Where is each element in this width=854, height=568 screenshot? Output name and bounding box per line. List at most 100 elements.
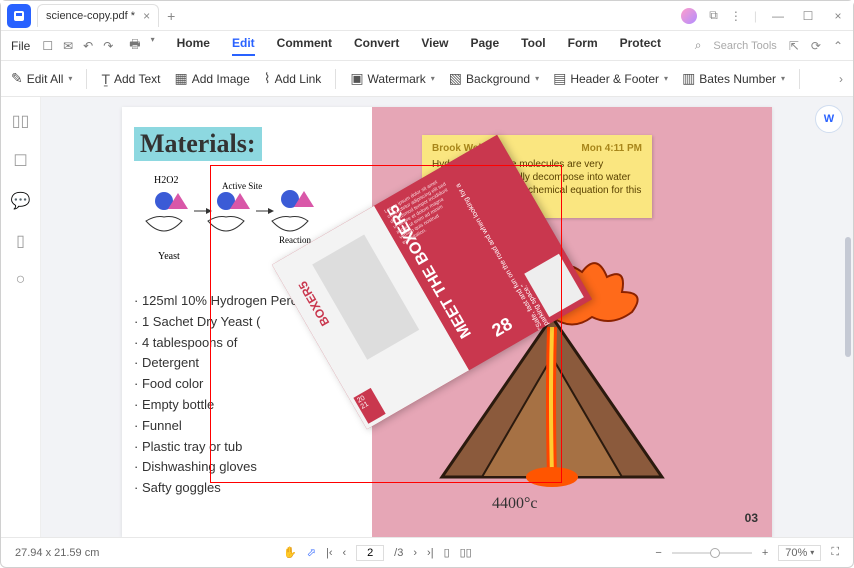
add-text-tool[interactable]: Ṯ Add Text	[101, 71, 160, 87]
cloud-icon[interactable]: ⟳	[811, 39, 821, 53]
search-icon[interactable]: ⌕	[695, 38, 702, 53]
document-page: Materials: H2O2 Active Site Reaction	[122, 107, 772, 537]
page-number: 03	[745, 511, 758, 525]
total-pages: /3	[394, 547, 403, 559]
search-side-icon[interactable]: ○	[16, 271, 26, 289]
tab-edit[interactable]: Edit	[232, 36, 255, 56]
add-image-tool[interactable]: ▦ Add Image	[174, 70, 249, 87]
background-icon: ▧	[449, 70, 462, 87]
bookmark-icon[interactable]: ☐	[13, 151, 27, 171]
chevron-down-icon: ▾	[781, 74, 785, 83]
attachment-icon[interactable]: ▯	[16, 231, 25, 251]
ai-icon[interactable]	[681, 8, 697, 24]
save-icon[interactable]: ☐	[42, 39, 53, 53]
tab-title: science-copy.pdf *	[46, 10, 135, 22]
two-page-icon[interactable]: ▯▯	[460, 546, 472, 559]
hand-tool-icon[interactable]: ✋	[283, 546, 297, 559]
list-item: Empty bottle	[134, 395, 360, 416]
sticky-time: Mon 4:11 PM	[581, 143, 642, 154]
titlebar: science-copy.pdf * × + ⧉ ⋮ | — ☐ ×	[1, 1, 853, 31]
single-page-icon[interactable]: ▯	[444, 546, 450, 559]
app-icon	[7, 4, 31, 28]
edit-all-tool[interactable]: ✎ Edit All ▾	[11, 70, 72, 87]
tab-home[interactable]: Home	[177, 36, 210, 56]
current-page-input[interactable]	[356, 545, 384, 561]
close-tab-icon[interactable]: ×	[143, 9, 150, 23]
text-icon: Ṯ	[101, 71, 110, 87]
tab-page[interactable]: Page	[470, 36, 499, 56]
temperature-label: 4400°c	[492, 495, 538, 513]
zoom-out-icon[interactable]: −	[655, 547, 661, 559]
more-icon[interactable]: ⋮	[730, 9, 742, 23]
svg-text:H2O2: H2O2	[154, 175, 178, 186]
watermark-tool[interactable]: ▣ Watermark ▾	[350, 70, 434, 87]
page-dimensions: 27.94 x 21.59 cm	[15, 547, 99, 559]
materials-heading: Materials:	[134, 127, 262, 161]
menu-tabs: Home Edit Comment Convert View Page Tool…	[177, 36, 661, 56]
select-tool-icon[interactable]: ⬀	[307, 546, 316, 559]
chevron-down-icon: ▾	[535, 74, 539, 83]
list-item: Safty goggles	[134, 478, 360, 499]
tab-convert[interactable]: Convert	[354, 36, 399, 56]
last-page-icon[interactable]: ›|	[427, 547, 434, 559]
undo-icon[interactable]: ↶	[83, 39, 93, 53]
pencil-icon: ✎	[11, 70, 23, 87]
list-item: Dishwashing gloves	[134, 457, 360, 478]
file-menu[interactable]: File	[11, 39, 30, 53]
close-window-icon[interactable]: ×	[829, 7, 847, 25]
print-icon[interactable]: 🖶	[129, 35, 140, 56]
header-footer-icon: ▤	[553, 70, 566, 87]
bates-icon: ▥	[682, 70, 695, 87]
vertical-scrollbar[interactable]	[845, 237, 851, 357]
new-tab-button[interactable]: +	[167, 8, 175, 24]
chevron-down-icon: ▾	[664, 74, 668, 83]
chevron-down-icon: ▾	[68, 74, 72, 83]
title-right-controls: ⧉ ⋮ | — ☐ ×	[681, 7, 847, 25]
svg-text:Yeast: Yeast	[158, 251, 180, 262]
watermark-icon: ▣	[350, 70, 363, 87]
comment-icon[interactable]: 💬	[11, 191, 31, 211]
open-external-icon[interactable]: ⇱	[789, 39, 799, 53]
flyer-number: 28	[488, 313, 516, 341]
prev-page-icon[interactable]: ‹	[343, 547, 347, 559]
tab-tool[interactable]: Tool	[521, 36, 545, 56]
add-link-tool[interactable]: ⌇ Add Link	[264, 70, 322, 87]
search-tools-input[interactable]: Search Tools	[713, 40, 776, 52]
toolbar-overflow-icon[interactable]: ›	[839, 72, 843, 86]
zoom-slider[interactable]	[672, 552, 752, 554]
app-window: science-copy.pdf * × + ⧉ ⋮ | — ☐ × File …	[0, 0, 854, 568]
collapse-ribbon-icon[interactable]: ⌃	[833, 39, 843, 53]
tab-view[interactable]: View	[421, 36, 448, 56]
edit-toolbar: ✎ Edit All ▾ Ṯ Add Text ▦ Add Image ⌇ Ad…	[1, 61, 853, 97]
minimize-icon[interactable]: —	[769, 7, 787, 25]
tab-protect[interactable]: Protect	[620, 36, 661, 56]
list-item: Plastic tray or tub	[134, 437, 360, 458]
list-item: Funnel	[134, 416, 360, 437]
thumbnails-icon[interactable]: ▯▯	[12, 111, 30, 131]
next-page-icon[interactable]: ›	[413, 547, 417, 559]
mail-icon[interactable]: ✉	[63, 39, 73, 53]
tab-comment[interactable]: Comment	[277, 36, 332, 56]
statusbar: 27.94 x 21.59 cm ✋ ⬀ |‹ ‹ /3 › ›| ▯ ▯▯ −…	[1, 537, 853, 567]
left-sidebar: ▯▯ ☐ 💬 ▯ ○	[1, 97, 41, 537]
background-tool[interactable]: ▧ Background ▾	[449, 70, 539, 87]
menubar: File ☐ ✉ ↶ ↷ 🖶 ▾ Home Edit Comment Conve…	[1, 31, 853, 61]
tab-form[interactable]: Form	[568, 36, 598, 56]
bates-number-tool[interactable]: ▥ Bates Number ▾	[682, 70, 785, 87]
document-tab[interactable]: science-copy.pdf * ×	[37, 4, 159, 27]
header-footer-tool[interactable]: ▤ Header & Footer ▾	[553, 70, 668, 87]
list-item: Food color	[134, 374, 360, 395]
chevron-down-icon: ▾	[431, 74, 435, 83]
maximize-icon[interactable]: ☐	[799, 7, 817, 25]
svg-text:Active Site: Active Site	[222, 181, 262, 191]
document-canvas[interactable]: W Materials: H2O2 Active Site	[41, 97, 853, 537]
image-icon: ▦	[174, 70, 187, 87]
redo-icon[interactable]: ↷	[103, 39, 113, 53]
first-page-icon[interactable]: |‹	[326, 547, 333, 559]
zoom-in-icon[interactable]: +	[762, 547, 768, 559]
share-icon[interactable]: ⧉	[709, 8, 718, 23]
fit-page-icon[interactable]: ⛶	[831, 546, 839, 559]
main-area: ▯▯ ☐ 💬 ▯ ○ W Materials: H2O2 Active Site	[1, 97, 853, 537]
zoom-level-select[interactable]: 70% ▾	[778, 545, 821, 561]
word-export-badge[interactable]: W	[815, 105, 843, 133]
